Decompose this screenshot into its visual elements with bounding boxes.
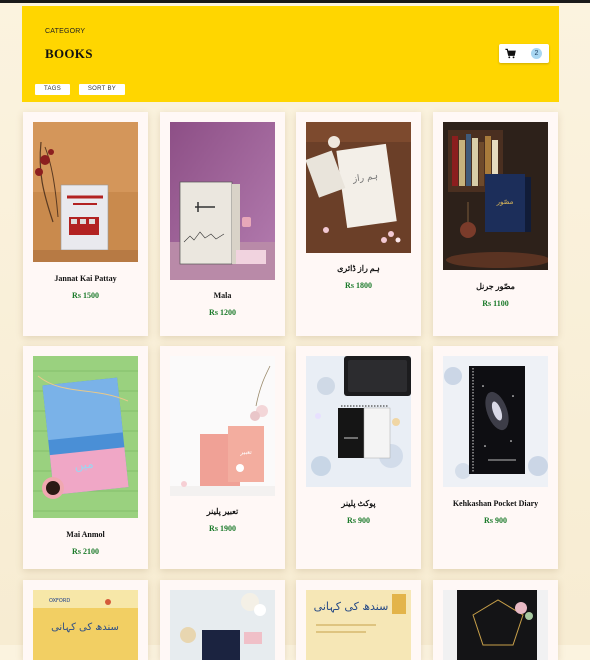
product-name[interactable]: Jannat Kai Pattay: [23, 274, 148, 283]
product-image[interactable]: [306, 356, 411, 487]
product-price: Rs 1800: [345, 281, 372, 290]
product-card[interactable]: پوکٹ پلینر Rs 900: [296, 346, 421, 569]
product-image[interactable]: [170, 122, 275, 280]
product-image[interactable]: میں: [33, 356, 138, 518]
product-card[interactable]: [433, 580, 558, 660]
product-image[interactable]: OXFORD سندھ کی کہانی: [33, 590, 138, 660]
svg-text:OXFORD: OXFORD: [49, 598, 70, 604]
product-image[interactable]: سندھ کی کہانی: [306, 590, 411, 660]
svg-text:سندھ کی کہانی: سندھ کی کہانی: [314, 600, 389, 613]
product-name[interactable]: پوکٹ پلینر: [296, 499, 421, 508]
product-image[interactable]: [443, 356, 548, 487]
cart-button[interactable]: 2: [499, 44, 549, 63]
product-image[interactable]: تعبیر: [170, 356, 275, 496]
product-name[interactable]: مصّور جرنل: [433, 282, 558, 291]
sort-by-button[interactable]: SORT BY: [79, 84, 125, 95]
product-price: Rs 1500: [72, 291, 99, 300]
top-border: [0, 0, 590, 3]
product-image[interactable]: ہم راز: [306, 122, 411, 253]
cart-icon: [505, 48, 516, 59]
product-card[interactable]: سندھ کی کہانی: [296, 580, 421, 660]
product-card[interactable]: میں Mai Anmol Rs 2100: [23, 346, 148, 569]
svg-text:سندھ کی کہانی: سندھ کی کہانی: [51, 622, 119, 633]
cart-count-badge: 2: [531, 48, 542, 59]
product-image[interactable]: [33, 122, 138, 262]
category-header: CATEGORY BOOKS 2 TAGS SORT BY: [22, 6, 559, 102]
product-image[interactable]: [443, 590, 548, 660]
product-card[interactable]: Jannat Kai Pattay Rs 1500: [23, 112, 148, 336]
product-card[interactable]: [160, 580, 285, 660]
product-card[interactable]: OXFORD سندھ کی کہانی: [23, 580, 148, 660]
product-name[interactable]: Mala: [160, 291, 285, 300]
product-name[interactable]: تعبیر پلینر: [160, 507, 285, 516]
product-name[interactable]: Mai Anmol: [23, 530, 148, 539]
product-price: Rs 2100: [72, 547, 99, 556]
svg-text:مصّور: مصّور: [496, 198, 514, 206]
product-image[interactable]: [170, 590, 275, 660]
product-card[interactable]: ہم راز ہم راز ڈائری Rs 1800: [296, 112, 421, 336]
category-label: CATEGORY: [45, 28, 86, 35]
product-price: Rs 900: [347, 516, 370, 525]
product-card[interactable]: Kehkashan Pocket Diary Rs 900: [433, 346, 558, 569]
tags-filter-button[interactable]: TAGS: [35, 84, 70, 95]
product-price: Rs 1100: [482, 299, 509, 308]
product-card[interactable]: تعبیر تعبیر پلینر Rs 1900: [160, 346, 285, 569]
product-card[interactable]: مصّور مصّور جرنل Rs 1100: [433, 112, 558, 336]
product-name[interactable]: ہم راز ڈائری: [296, 264, 421, 273]
product-price: Rs 900: [484, 516, 507, 525]
product-image[interactable]: مصّور: [443, 122, 548, 270]
svg-text:تعبیر: تعبیر: [239, 449, 252, 456]
product-name[interactable]: Kehkashan Pocket Diary: [433, 499, 558, 508]
product-card[interactable]: Mala Rs 1200: [160, 112, 285, 336]
product-price: Rs 1200: [209, 308, 236, 317]
product-price: Rs 1900: [209, 524, 236, 533]
page-title: BOOKS: [45, 46, 93, 61]
